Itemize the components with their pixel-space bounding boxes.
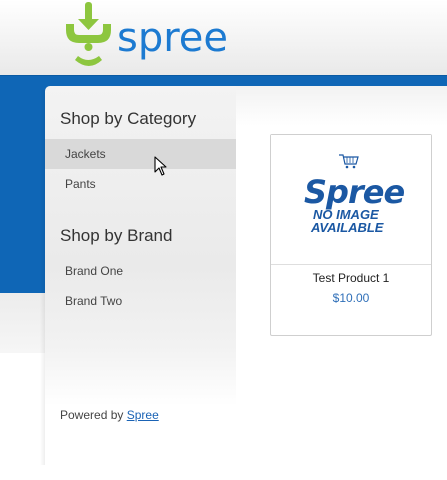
product-card[interactable]: Spree NO IMAGE AVAILABLE Test Product 1 … <box>270 134 432 336</box>
site-header: spree <box>0 0 447 75</box>
store-page: spree Spree NO IMAGE AVAILABLE Test Prod… <box>0 0 447 480</box>
category-heading: Shop by Category <box>60 109 197 128</box>
powered-by: Powered by Spree <box>60 408 159 422</box>
cart-icon <box>339 154 359 169</box>
product-name[interactable]: Test Product 1 <box>271 271 431 285</box>
mouse-cursor-icon <box>154 156 167 176</box>
product-price: $10.00 <box>332 291 370 305</box>
sidebar-item-brand-one[interactable]: Brand One <box>45 256 236 286</box>
sidebar-item-pants[interactable]: Pants <box>45 169 236 199</box>
product-image[interactable]: Spree NO IMAGE AVAILABLE <box>271 135 431 265</box>
spree-link[interactable]: Spree <box>127 408 159 422</box>
powered-by-text: Powered by <box>60 408 124 422</box>
brand-heading: Shop by Brand <box>60 226 173 245</box>
main-content: Spree NO IMAGE AVAILABLE Test Product 1 … <box>236 86 447 480</box>
logo-wordmark: spree <box>117 15 228 61</box>
sidebar-item-brand-two[interactable]: Brand Two <box>45 286 236 316</box>
placeholder-line2: AVAILABLE <box>311 220 384 235</box>
logo-mark-icon <box>66 2 111 66</box>
sidebar-item-jackets[interactable]: Jackets <box>45 139 236 169</box>
spree-logo[interactable]: spree <box>62 0 237 70</box>
placeholder-brand: Spree <box>304 173 405 211</box>
